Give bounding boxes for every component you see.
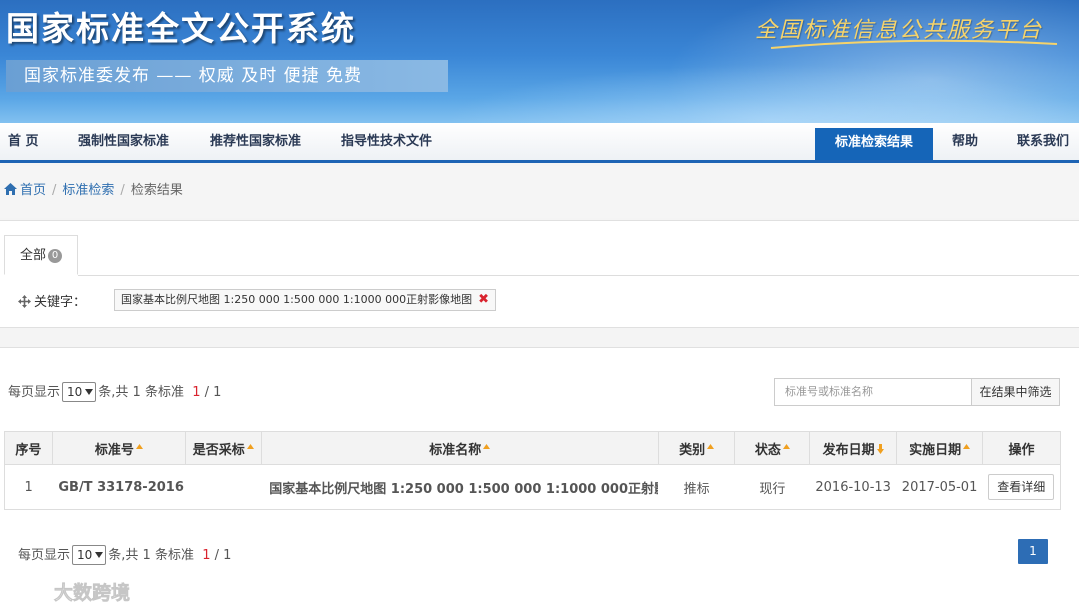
keyword-tag: 国家基本比例尺地图 1:250 000 1:500 000 1:1000 000… [114,289,496,311]
keyword-tag-text: 国家基本比例尺地图 1:250 000 1:500 000 1:1000 000… [121,293,473,306]
cell-adopted [185,464,262,510]
nav-home[interactable]: 首 页 [8,123,39,160]
results-panel: 每页显示 10 条,共 1 条标准 1 / 1 标准号或标准名称 在结果中筛选 序号… [0,347,1079,611]
cell-std-no-link[interactable]: GB/T 33178-2016 [52,464,186,510]
breadcrumb-home[interactable]: 首页 [20,183,46,198]
pager-top: 每页显示 10 条,共 1 条标准 1 / 1 [8,381,221,402]
page-total: / 1 [214,548,232,563]
watermark-text: 大数跨境 [54,581,130,604]
site-title: 国家标准全文公开系统 [6,9,356,48]
page-current: 1 [202,548,211,563]
cell-std-name: 国家基本比例尺地图 1:250 000 1:500 000 1:1000 000… [261,464,659,510]
keyword-label: 关键字： [18,291,86,310]
per-page-value: 10 [67,385,83,399]
nav-guidance-documents[interactable]: 指导性技术文件 [341,123,432,160]
site-banner: 国家标准全文公开系统 国家标准委发布 —— 权威 及时 便捷 免费 全国标准信息… [0,0,1079,123]
nav-help[interactable]: 帮助 [952,123,978,160]
nav-contact[interactable]: 联系我们 [1017,123,1069,160]
tab-all-count-badge: 0 [48,249,62,263]
page-number-button[interactable]: 1 [1018,539,1048,564]
tab-all-label: 全部 [19,248,46,263]
breadcrumb-separator: / [120,183,125,198]
nav-search-results[interactable]: 标准检索结果 [815,128,933,160]
cell-action: 查看详细 [982,464,1061,510]
col-std-name[interactable]: 标准名称 [260,431,659,465]
sort-up-icon [782,443,790,449]
col-adopted-label: 是否采标 [192,442,245,458]
col-status-label: 状态 [754,442,781,458]
table-row: 1 GB/T 33178-2016 国家基本比例尺地图 1:250 000 1:… [4,464,1061,510]
col-status[interactable]: 状态 [734,431,811,465]
breadcrumb-current: 检索结果 [130,183,183,198]
filter-panel: 全部 0 关键字： 国家基本比例尺地图 1:250 000 1:500 000 1… [0,220,1079,328]
sort-up-icon [483,443,491,449]
slogan-swoosh-icon [770,39,1058,49]
col-publish-date[interactable]: 发布日期 [809,431,898,465]
col-category-label: 类别 [679,442,706,458]
col-effective-date[interactable]: 实施日期 [896,431,984,465]
table-header-row: 序号 标准号 是否采标 标准名称 类别 状态 发布日期 实施日期 操作 [4,431,1061,465]
cell-effective-date: 2017-05-01 [896,464,983,510]
results-table: 序号 标准号 是否采标 标准名称 类别 状态 发布日期 实施日期 操作 1 GB… [4,431,1061,510]
per-page-label: 每页显示 [8,385,61,400]
breadcrumb: 首页 / 标准检索 / 检索结果 [0,166,1079,218]
per-page-label: 每页显示 [18,548,71,563]
col-publish-date-label: 发布日期 [822,442,875,458]
per-page-select[interactable]: 10 [62,382,97,402]
site-subtitle: 国家标准委发布 —— 权威 及时 便捷 免费 [6,60,448,92]
filter-search-input[interactable]: 标准号或标准名称 [774,378,972,406]
move-arrows-icon [18,295,31,308]
page-total: / 1 [204,385,222,400]
per-page-value: 10 [77,548,93,562]
keyword-label-text: 关键字： [34,295,87,310]
sort-up-icon [707,443,715,449]
breadcrumb-search[interactable]: 标准检索 [62,183,114,198]
per-page-select[interactable]: 10 [72,545,107,565]
sort-up-icon [135,443,143,449]
tab-all[interactable]: 全部 0 [4,235,78,275]
cell-publish-date: 2016-10-13 [809,464,897,510]
col-std-name-label: 标准名称 [429,442,482,458]
nav-mandatory-standards[interactable]: 强制性国家标准 [78,123,169,160]
col-std-no-label: 标准号 [94,442,134,458]
col-adopted[interactable]: 是否采标 [184,431,262,465]
page-current: 1 [192,385,201,400]
filter-in-results-button[interactable]: 在结果中筛选 [971,378,1060,406]
pager-bottom: 每页显示 10 条,共 1 条标准 1 / 1 [18,544,231,565]
view-detail-button[interactable]: 查看详细 [988,474,1055,500]
watermark-logo-icon: 大数跨境 [14,580,130,604]
breadcrumb-separator: / [52,183,57,198]
sort-up-icon [246,443,254,449]
col-effective-date-label: 实施日期 [909,442,962,458]
cell-status: 现行 [734,464,810,510]
nav-recommended-standards[interactable]: 推荐性国家标准 [210,123,301,160]
cell-index: 1 [4,464,53,510]
col-std-no[interactable]: 标准号 [51,431,186,465]
remove-keyword-icon[interactable]: ✖ [478,292,489,307]
total-count-text: 条,共 1 条标准 [108,548,194,563]
home-icon [4,183,17,195]
main-nav: 首 页 强制性国家标准 推荐性国家标准 指导性技术文件 标准检索结果 帮助 联系… [0,123,1079,163]
total-count-text: 条,共 1 条标准 [98,385,184,400]
sort-down-icon [876,443,884,454]
col-index: 序号 [4,431,53,465]
col-action: 操作 [982,431,1061,465]
sort-up-icon [963,443,971,449]
tab-divider [78,275,1079,276]
chevron-down-icon [85,389,94,395]
col-category[interactable]: 类别 [657,431,736,465]
chevron-down-icon [95,552,104,558]
cell-category: 推标 [658,464,735,510]
